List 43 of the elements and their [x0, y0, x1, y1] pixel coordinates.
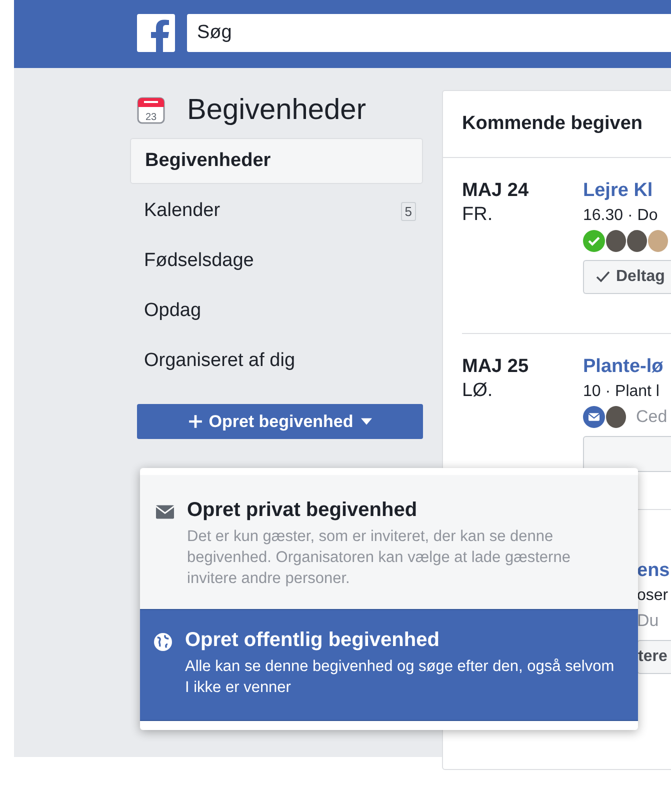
- check-icon: [596, 271, 610, 283]
- event-weekday: LØ.: [462, 380, 494, 402]
- count-badge: 5: [400, 202, 416, 220]
- search-field[interactable]: Søg: [187, 14, 671, 52]
- sidebar-item[interactable]: Kalender 5: [130, 188, 423, 234]
- menu-item[interactable]: Opret offentlig begivenhed Alle kan se denne begivenhed og søge efter den, også selvom I ikke er venner: [140, 609, 638, 721]
- event-date: MAJ 24: [462, 180, 530, 202]
- avatar: [606, 406, 626, 428]
- event-button[interactable]: Deltag: [583, 260, 671, 294]
- globe-icon: [154, 633, 172, 651]
- sidebar-item[interactable]: Organiseret af dig: [130, 338, 423, 384]
- plus-icon: [188, 414, 203, 429]
- avatar: [648, 230, 668, 252]
- envelope-icon: [156, 503, 174, 521]
- menu-item-description: Alle kan se denne begivenhed og søge efter den, også selvom I ikke er venner: [185, 657, 616, 698]
- menu-item[interactable]: Opret privat begivenhed Det er kun gæster, som er inviteret, der kan se denne begivenhed. Organisatoren kan vælge at lade gæsterne invitere andre personer.: [140, 475, 638, 609]
- check-circle-icon: [583, 230, 605, 252]
- calendar-icon: 23: [137, 96, 165, 124]
- avatar: [627, 230, 647, 252]
- event-details: 16.30 · Do: [583, 207, 659, 225]
- guest-text: Du: [637, 611, 659, 631]
- event-title-link[interactable]: ens: [637, 560, 671, 582]
- guest-text: Ced: [636, 407, 668, 427]
- create-event-button[interactable]: Opret begivenhed: [137, 404, 423, 439]
- sidebar-item[interactable]: Begivenheder: [130, 138, 423, 184]
- facebook-logo-icon[interactable]: [137, 14, 175, 52]
- event-weekday: FR.: [462, 204, 494, 226]
- menu-item-title: Opret offentlig begivenhed: [185, 629, 440, 652]
- sidebar-item[interactable]: Opdag: [130, 288, 423, 334]
- event-details: oser: [637, 587, 670, 605]
- event-title-link[interactable]: Lejre Kl: [583, 180, 671, 202]
- menu-item-description: Det er kun gæster, som er inviteret, der kan se denne begivenhed. Organisatoren kan vælge at lade gæsterne invitere andre personer.: [187, 527, 572, 589]
- event-details: 10 · Plant l: [583, 383, 660, 401]
- panel-title: Kommende begiven: [443, 91, 671, 158]
- event-title-link[interactable]: Plante-lø: [583, 356, 671, 378]
- avatar: [606, 230, 626, 252]
- menu-item-title: Opret privat begivenhed: [187, 499, 418, 522]
- envelope-circle-icon: [583, 406, 605, 428]
- sidebar-item[interactable]: Fødselsdage: [130, 238, 423, 284]
- sidebar-title: Begivenheder: [187, 94, 366, 126]
- event-date: MAJ 25: [462, 356, 530, 378]
- event-button[interactable]: tere: [637, 640, 671, 674]
- caret-icon: [361, 418, 372, 425]
